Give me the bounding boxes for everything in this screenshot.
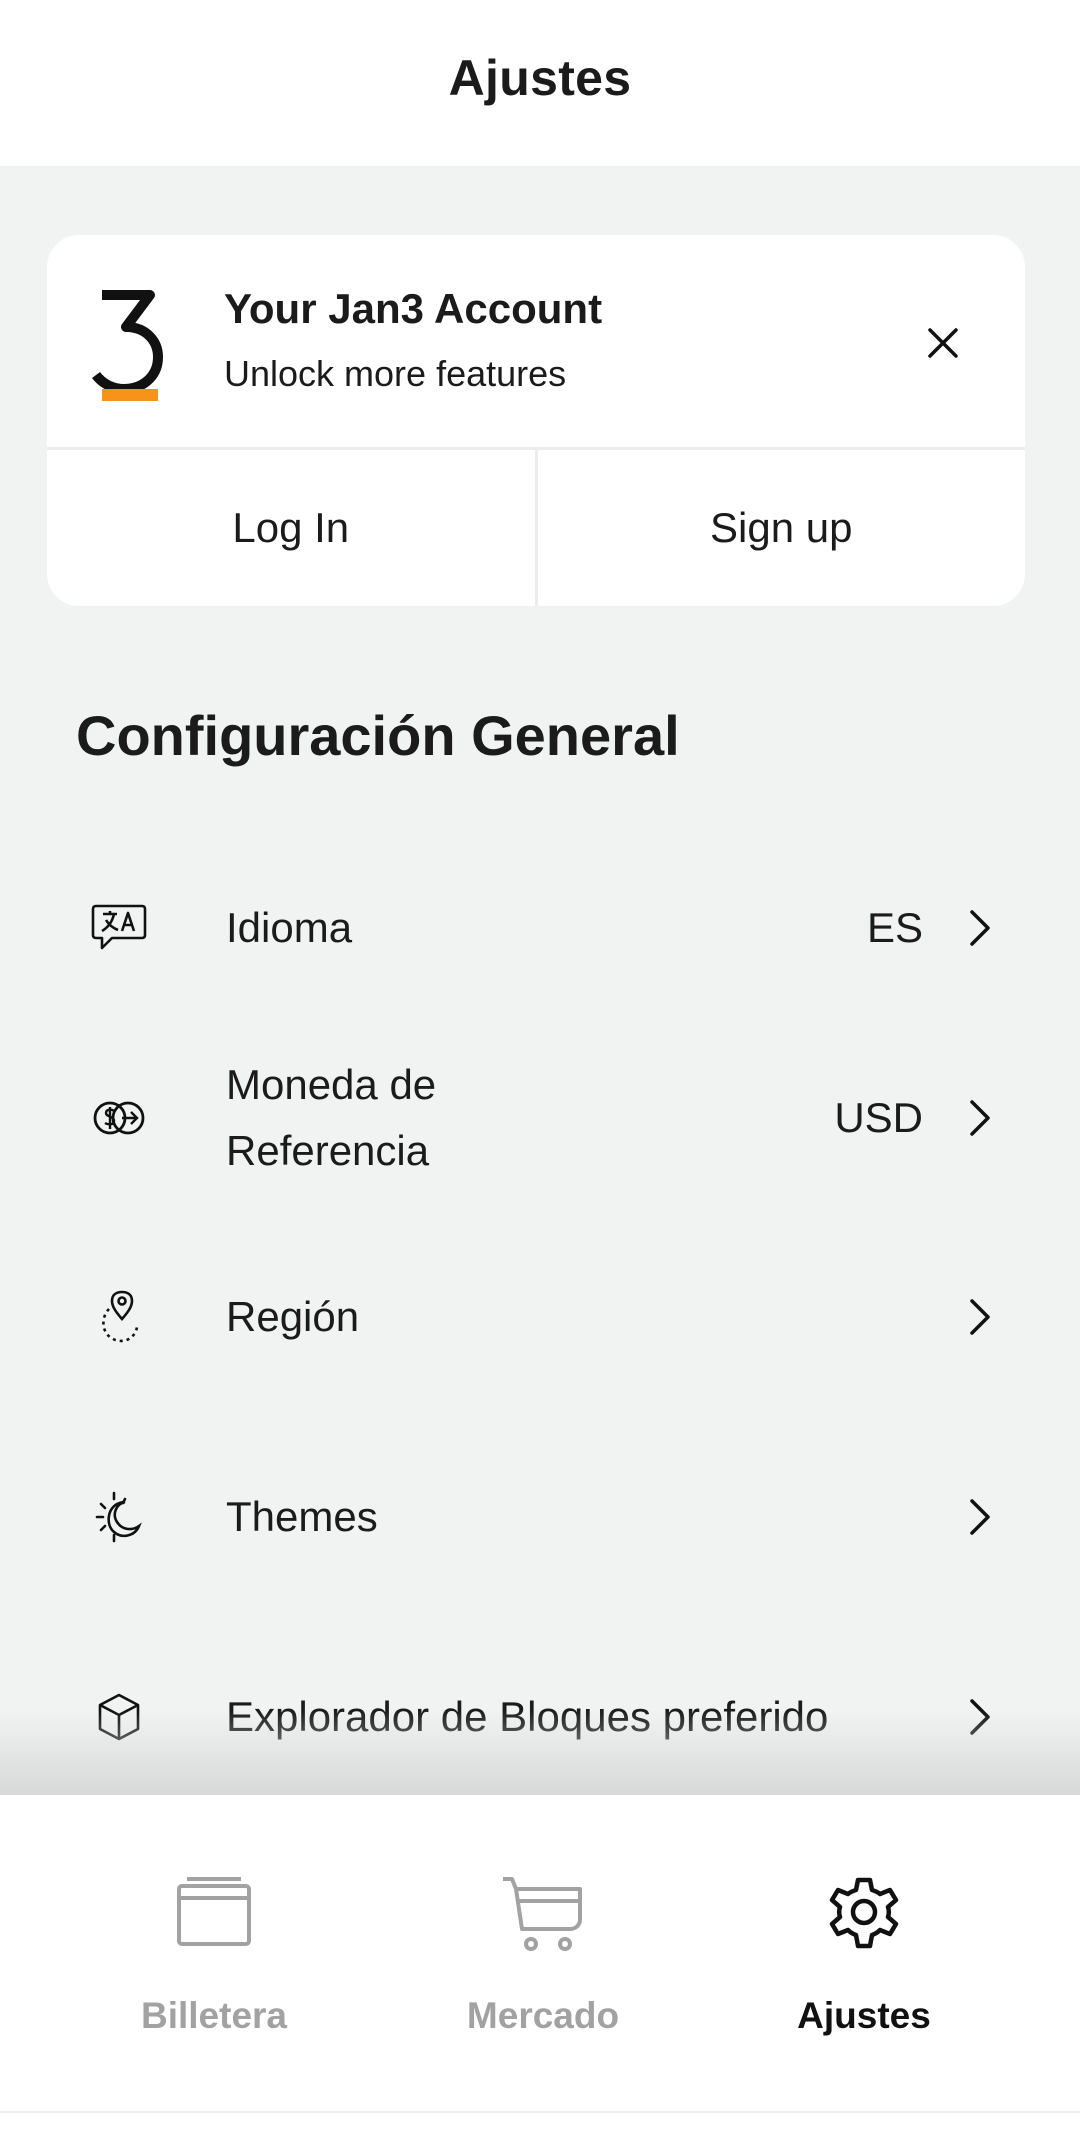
settings-row-currency[interactable]: Moneda de Referencia USD [0,1052,1080,1184]
settings-row-label: Moneda de Referencia [226,1061,437,1174]
bottom-tab-bar: Billetera Mercado Ajustes [0,1795,1080,2111]
chevron-right-icon [963,906,997,950]
account-banner: Your Jan3 Account Unlock more features [47,235,1025,450]
tab-market[interactable]: Mercado [383,1795,703,2111]
section-title: Configuración General [76,704,680,767]
currency-exchange-icon [90,1089,148,1147]
home-indicator-area [0,2111,1080,2145]
cart-icon [498,1867,588,1957]
tab-wallet[interactable]: Billetera [54,1795,374,2111]
settings-row-value: USD [834,1094,923,1141]
close-button[interactable] [915,315,971,371]
gear-icon [819,1867,909,1957]
settings-row-language[interactable]: Idioma ES [0,888,1080,968]
login-button[interactable]: Log In [47,450,535,606]
settings-row-value: ES [866,904,923,951]
tab-label: Ajustes [797,1995,931,2036]
sun-moon-icon [90,1488,148,1546]
top-bar: Ajustes [0,0,1080,166]
tab-settings[interactable]: Ajustes [704,1795,1024,2111]
scroll-fade [0,1710,1080,1795]
chevron-right-icon [963,1295,997,1339]
account-card: Your Jan3 Account Unlock more features L… [47,235,1025,606]
wallet-icon [169,1867,259,1957]
page-title: Ajustes [448,50,632,106]
jan3-logo [92,290,163,401]
settings-row-label: Idioma [226,904,353,951]
close-icon [928,328,958,358]
tab-label: Billetera [140,1995,287,2036]
chevron-right-icon [963,1096,997,1140]
account-title: Your Jan3 Account [224,285,603,332]
account-subtitle: Unlock more features [224,353,567,394]
settings-row-label: Región [226,1293,360,1340]
chevron-right-icon [963,1495,997,1539]
auth-buttons: Log In Sign up [47,450,1025,606]
translate-icon [90,899,148,957]
tab-label: Mercado [466,1995,620,2036]
signup-button[interactable]: Sign up [538,450,1026,606]
location-pin-icon [90,1288,148,1346]
settings-row-region[interactable]: Región [0,1277,1080,1357]
settings-row-themes[interactable]: Themes [0,1477,1080,1557]
settings-row-label: Themes [226,1493,378,1540]
